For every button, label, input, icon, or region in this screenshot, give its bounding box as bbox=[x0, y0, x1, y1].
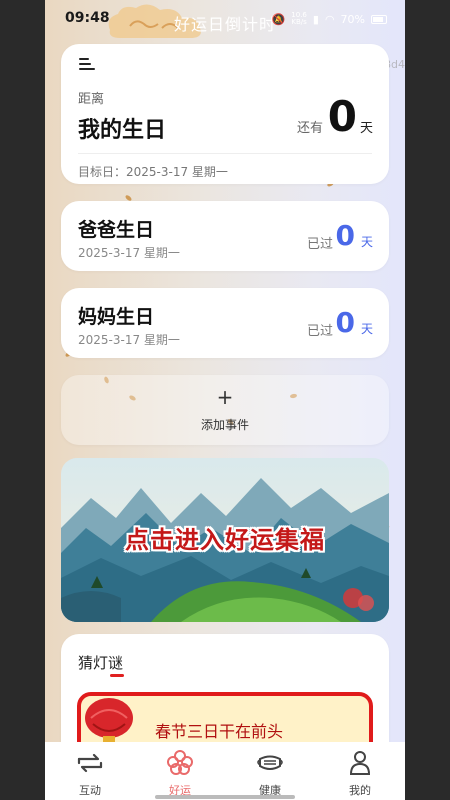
battery-percent: 70% bbox=[340, 12, 365, 26]
net-speed-unit: KB/s bbox=[291, 18, 307, 26]
passed-label: 已过 bbox=[306, 324, 333, 339]
target-date: 目标日：2025-3-17 星期一 bbox=[78, 165, 228, 179]
main-days-count: 0 bbox=[327, 92, 357, 141]
nav-item-interact[interactable]: 互动 bbox=[45, 742, 135, 800]
event-days-count: 0 bbox=[335, 219, 355, 252]
event-name: 妈妈生日 bbox=[78, 306, 155, 328]
event-name: 爸爸生日 bbox=[78, 219, 155, 241]
battery-icon bbox=[371, 14, 387, 24]
status-icons: 🔕 10.6 KB/s ▮ ◠ 70% bbox=[272, 12, 387, 26]
bottom-nav: 互动 好运 健康 我的 bbox=[45, 742, 405, 800]
passed-label: 已过 bbox=[306, 237, 333, 252]
event-days-unit: 天 bbox=[360, 235, 373, 249]
plus-icon: + bbox=[216, 385, 234, 409]
distance-label: 距离 bbox=[78, 92, 105, 107]
home-indicator[interactable] bbox=[155, 795, 295, 799]
main-event-name: 我的生日 bbox=[78, 118, 167, 143]
event-card-dad-birthday[interactable]: 爸爸生日 2025-3-17 星期一 已过 0 天 bbox=[61, 201, 389, 271]
net-speed: 10.6 KB/s bbox=[291, 12, 307, 26]
event-days-count: 0 bbox=[335, 306, 355, 339]
clover-icon bbox=[167, 750, 193, 775]
phone-screen: 09:48 好运日倒计时 🔕 10.6 KB/s ▮ ◠ 70% 26a8d4 … bbox=[45, 0, 405, 800]
nav-label: 互动 bbox=[79, 784, 101, 797]
event-days-unit: 天 bbox=[360, 322, 373, 336]
banner-title: 点击进入好运集福 bbox=[125, 526, 325, 554]
mask-icon bbox=[257, 755, 283, 770]
nav-item-luck[interactable]: 好运 bbox=[135, 742, 225, 800]
signal-icon: ▮ bbox=[312, 12, 319, 26]
nav-label: 我的 bbox=[349, 784, 371, 797]
nav-item-health[interactable]: 健康 bbox=[225, 742, 315, 800]
menu-icon[interactable] bbox=[79, 58, 95, 72]
event-date: 2025-3-17 星期一 bbox=[78, 333, 180, 347]
riddle-text: 春节三日干在前头 bbox=[155, 722, 284, 741]
wifi-icon: ◠ bbox=[324, 12, 335, 26]
add-event-button[interactable]: + 添加事件 bbox=[61, 375, 389, 445]
event-card-mom-birthday[interactable]: 妈妈生日 2025-3-17 星期一 已过 0 天 bbox=[61, 288, 389, 358]
main-days-unit: 天 bbox=[359, 121, 373, 136]
event-date: 2025-3-17 星期一 bbox=[78, 246, 180, 260]
mute-icon: 🔕 bbox=[271, 12, 286, 26]
nav-item-me[interactable]: 我的 bbox=[315, 742, 405, 800]
swap-arrows-icon bbox=[77, 753, 103, 773]
remain-label: 还有 bbox=[296, 121, 323, 136]
person-icon bbox=[349, 751, 371, 775]
lucky-banner[interactable]: 点击进入好运集福 bbox=[61, 458, 389, 622]
title-underline bbox=[110, 674, 124, 677]
add-event-label: 添加事件 bbox=[200, 418, 249, 432]
status-bar: 09:48 好运日倒计时 🔕 10.6 KB/s ▮ ◠ 70% bbox=[45, 0, 405, 39]
riddle-title: 猜灯谜 bbox=[78, 654, 124, 672]
divider bbox=[78, 153, 372, 154]
main-event-card[interactable]: 距离 我的生日 还有 0 天 目标日：2025-3-17 星期一 bbox=[61, 44, 389, 184]
